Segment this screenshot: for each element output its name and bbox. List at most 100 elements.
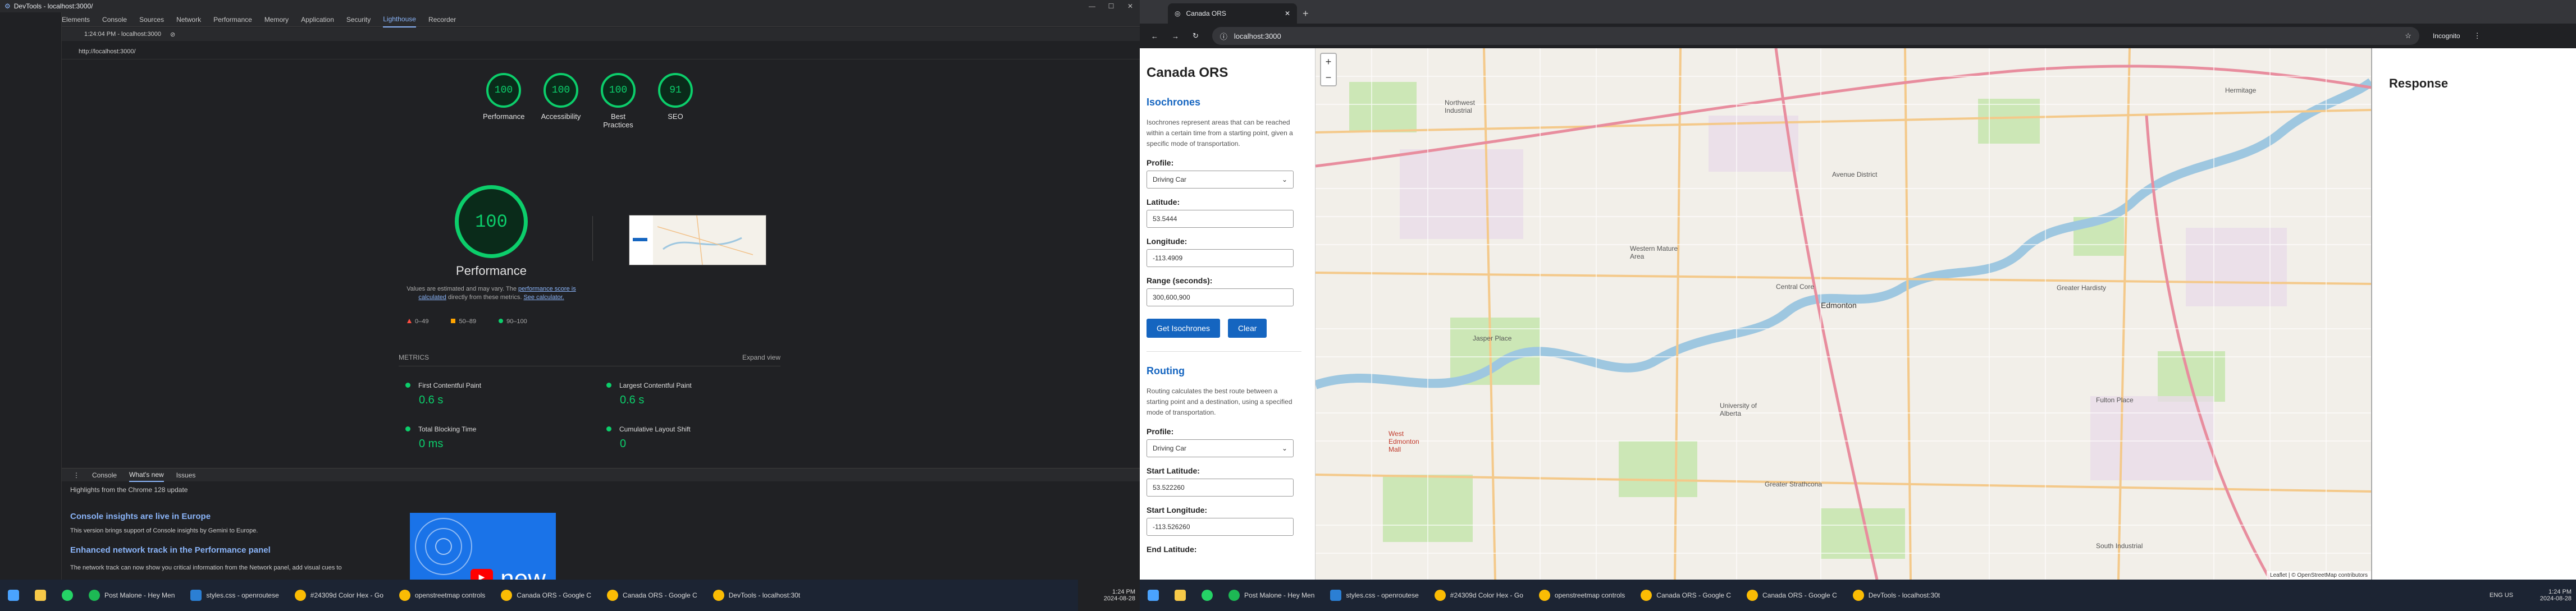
taskbar-app[interactable]: styles.css - openroutese: [1322, 580, 1426, 611]
gauge-performance[interactable]: 100 Performance: [483, 73, 524, 129]
tab-recorder[interactable]: Recorder: [428, 16, 456, 24]
taskbar-left: Post Malone - Hey Men styles.css - openr…: [0, 580, 1078, 611]
news-text: The network track can now show you criti…: [70, 564, 342, 571]
drawer-tab-issues[interactable]: Issues: [176, 471, 196, 479]
chrome-icon: [1747, 590, 1759, 601]
gauge-value: 100: [486, 73, 521, 108]
file-explorer-button[interactable]: [27, 580, 54, 611]
tab-network[interactable]: Network: [176, 16, 201, 24]
folder-icon: [1175, 590, 1186, 601]
tab-console[interactable]: Console: [102, 16, 127, 24]
taskbar-app[interactable]: Canada ORS - Google C: [493, 580, 599, 611]
tab-lighthouse[interactable]: Lighthouse: [383, 12, 416, 27]
taskbar-app[interactable]: openstreetmap controls: [1531, 580, 1633, 611]
taskbar-app[interactable]: Post Malone - Hey Men: [1221, 580, 1322, 611]
system-tray[interactable]: ENG US: [2476, 580, 2527, 611]
map-attribution[interactable]: Leaflet | © OpenStreetMap contributors: [2267, 571, 2371, 580]
map-label: South Industrial: [2096, 542, 2143, 550]
forward-icon[interactable]: →: [1172, 32, 1179, 40]
circle-icon: [499, 319, 504, 323]
reload-icon[interactable]: ↻: [1193, 31, 1199, 40]
taskbar-app-label: styles.css - openroutese: [1346, 591, 1419, 599]
expand-view-toggle[interactable]: Expand view: [742, 353, 780, 361]
isochrones-description: Isochrones represent areas that can be r…: [1147, 118, 1293, 148]
map-tiles: [1316, 48, 2371, 580]
legend-label: 90–100: [506, 318, 527, 325]
folder-icon: [35, 590, 46, 601]
drawer-menu-icon[interactable]: ⋮: [73, 471, 80, 479]
globe-icon: ◎: [1175, 10, 1181, 17]
get-isochrones-button[interactable]: Get Isochrones: [1147, 319, 1220, 338]
taskbar-app[interactable]: Canada ORS - Google C: [1739, 580, 1845, 611]
taskbar-app[interactable]: Post Malone - Hey Men: [81, 580, 182, 611]
incognito-badge[interactable]: Incognito: [2433, 32, 2460, 40]
start-button[interactable]: [1140, 580, 1167, 611]
close-tab-icon[interactable]: ✕: [1285, 10, 1290, 17]
longitude-input[interactable]: -113.4909: [1147, 249, 1294, 267]
site-info-icon[interactable]: ⓘ: [1220, 31, 1227, 42]
new-tab-button[interactable]: +: [1303, 3, 1309, 24]
maximize-button[interactable]: ☐: [1102, 0, 1121, 12]
range-input[interactable]: 300,600,900: [1147, 288, 1294, 306]
whatsapp-button[interactable]: [54, 580, 81, 611]
file-explorer-button[interactable]: [1167, 580, 1194, 611]
minimize-button[interactable]: —: [1083, 0, 1102, 12]
taskbar-app[interactable]: DevTools - localhost:30t: [1845, 580, 1948, 611]
gauge-accessibility[interactable]: 100 Accessibility: [540, 73, 582, 129]
close-button[interactable]: ✕: [1121, 0, 1140, 12]
zoom-out-button[interactable]: −: [1321, 70, 1336, 85]
routing-profile-select[interactable]: Driving Car ⌄: [1147, 439, 1294, 457]
latitude-label: Latitude:: [1147, 197, 1180, 206]
taskbar-app[interactable]: DevTools - localhost:30t: [705, 580, 808, 611]
tab-application[interactable]: Application: [301, 16, 334, 24]
calculator-link[interactable]: See calculator.: [523, 294, 564, 301]
menu-icon[interactable]: ⋮: [2474, 31, 2481, 40]
taskbar-app[interactable]: Canada ORS - Google C: [599, 580, 705, 611]
profile-select[interactable]: Driving Car ⌄: [1147, 171, 1294, 189]
tab-sources[interactable]: Sources: [139, 16, 164, 24]
tab-elements[interactable]: Elements: [62, 16, 90, 24]
performance-note: Values are estimated and may vary. The p…: [393, 285, 590, 302]
latitude-input[interactable]: 53.5444: [1147, 210, 1294, 228]
map-view[interactable]: + − Northwest Industrial Hermitage Edmon…: [1316, 48, 2371, 580]
start-latitude-input[interactable]: 53.522260: [1147, 479, 1294, 497]
clear-button[interactable]: Clear: [1227, 319, 1267, 338]
clear-icon[interactable]: ⊘: [170, 31, 175, 38]
whatsapp-button[interactable]: [1194, 580, 1221, 611]
zoom-in-button[interactable]: +: [1321, 54, 1336, 70]
start-longitude-input[interactable]: -113.526260: [1147, 518, 1294, 536]
address-bar[interactable]: ⓘ localhost:3000 ☆: [1212, 27, 2419, 45]
back-icon[interactable]: ←: [1151, 32, 1158, 40]
system-clock-right[interactable]: 1:24 PM 2024-08-28: [2527, 580, 2572, 611]
taskbar-app[interactable]: Canada ORS - Google C: [1633, 580, 1739, 611]
taskbar-app[interactable]: #24309d Color Hex - Go: [1427, 580, 1531, 611]
news-title-link[interactable]: Console insights are live in Europe: [70, 512, 211, 521]
taskbar-app[interactable]: #24309d Color Hex - Go: [287, 580, 391, 611]
taskbar-app[interactable]: styles.css - openroutese: [182, 580, 286, 611]
note-text: directly from these metrics.: [446, 294, 524, 301]
gauge-value: 100: [543, 73, 578, 108]
report-selector[interactable]: 1:24:04 PM - localhost:3000: [84, 31, 161, 38]
profile-label: Profile:: [1147, 158, 1174, 167]
drawer-tab-console[interactable]: Console: [92, 471, 117, 479]
news-title-link[interactable]: Enhanced network track in the Performanc…: [70, 545, 271, 555]
system-clock-left[interactable]: 1:24 PM 2024-08-28: [1084, 580, 1135, 611]
drawer-tab-whats-new[interactable]: What's new: [129, 468, 164, 482]
windows-icon: [8, 590, 19, 601]
map-label: Greater Strathcona: [1765, 480, 1823, 488]
gauge-seo[interactable]: 91 SEO: [655, 73, 696, 129]
start-button[interactable]: [0, 580, 27, 611]
taskbar-app[interactable]: openstreetmap controls: [391, 580, 493, 611]
triangle-icon: [407, 319, 412, 323]
clock-date: 2024-08-28: [1103, 595, 1135, 602]
tab-security[interactable]: Security: [346, 16, 371, 24]
chrome-icon: [399, 590, 410, 601]
page-screenshot-thumbnail[interactable]: [629, 215, 766, 265]
bookmark-star-icon[interactable]: ☆: [2405, 31, 2411, 40]
performance-heading: Performance: [456, 264, 527, 278]
devtools-window-title: DevTools - localhost:3000/: [13, 2, 93, 10]
tab-performance[interactable]: Performance: [213, 16, 252, 24]
tab-memory[interactable]: Memory: [264, 16, 289, 24]
browser-tab[interactable]: ◎ Canada ORS ✕: [1168, 3, 1297, 24]
gauge-best-practices[interactable]: 100 Best Practices: [597, 73, 639, 129]
